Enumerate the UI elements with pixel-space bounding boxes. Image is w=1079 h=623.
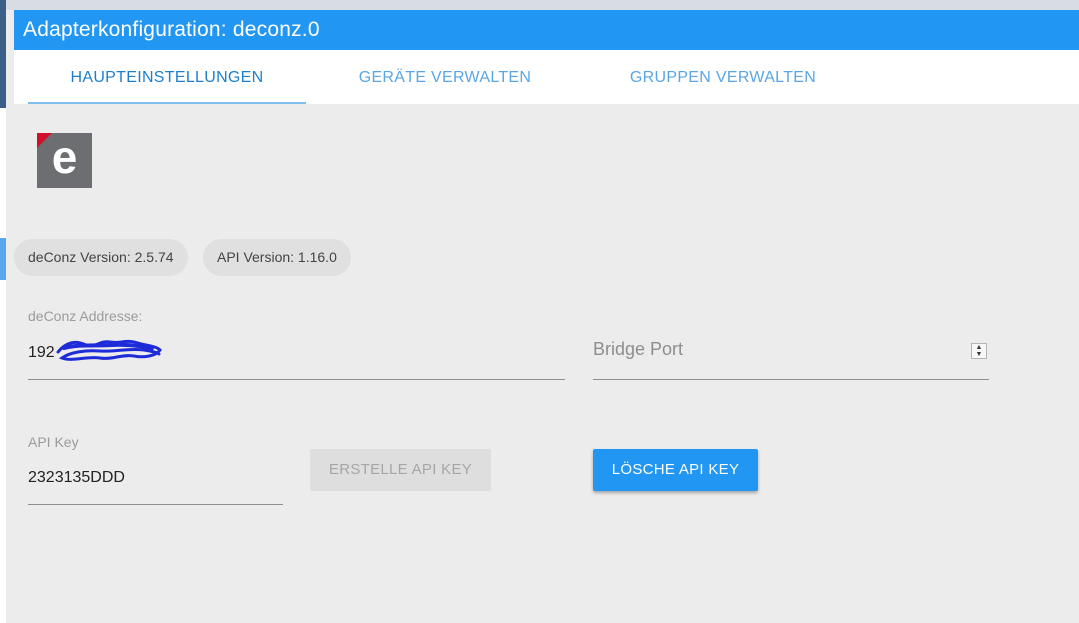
address-input[interactable]: 192 (28, 344, 55, 362)
bridge-port-underline (593, 379, 989, 380)
deconz-logo-icon: e (37, 133, 92, 188)
bridge-port-input[interactable]: Bridge Port (593, 339, 683, 360)
deconz-version-chip: deConz Version: 2.5.74 (14, 239, 188, 276)
create-api-key-button[interactable]: ERSTELLE API KEY (310, 449, 491, 491)
port-spinner[interactable]: ▲ ▼ (971, 343, 987, 359)
browser-top-strip (0, 0, 1079, 10)
left-edge-dark (0, 0, 6, 108)
api-key-label: API Key (28, 434, 79, 450)
api-key-underline (28, 504, 283, 505)
redaction-scribble (56, 339, 162, 361)
api-key-input[interactable]: 2323135DDD (28, 469, 125, 487)
dialog-title: Adapterkonfiguration: deconz.0 (14, 10, 1079, 50)
logo-letter: e (52, 133, 78, 183)
spinner-down-icon[interactable]: ▼ (972, 351, 986, 358)
tab-geraete-verwalten[interactable]: GERÄTE VERWALTEN (314, 50, 576, 104)
left-accent-bar (0, 238, 6, 280)
tab-gruppen-verwalten[interactable]: GRUPPEN VERWALTEN (594, 50, 852, 104)
spinner-up-icon[interactable]: ▲ (972, 344, 986, 351)
tab-haupteinstellungen[interactable]: HAUPTEINSTELLUNGEN (28, 50, 306, 104)
tab-bar: HAUPTEINSTELLUNGEN GERÄTE VERWALTEN GRUP… (14, 50, 1079, 104)
api-version-chip: API Version: 1.16.0 (203, 239, 351, 276)
address-label: deConz Addresse: (28, 308, 143, 324)
address-underline (28, 379, 565, 380)
delete-api-key-button[interactable]: LÖSCHE API KEY (593, 449, 758, 491)
